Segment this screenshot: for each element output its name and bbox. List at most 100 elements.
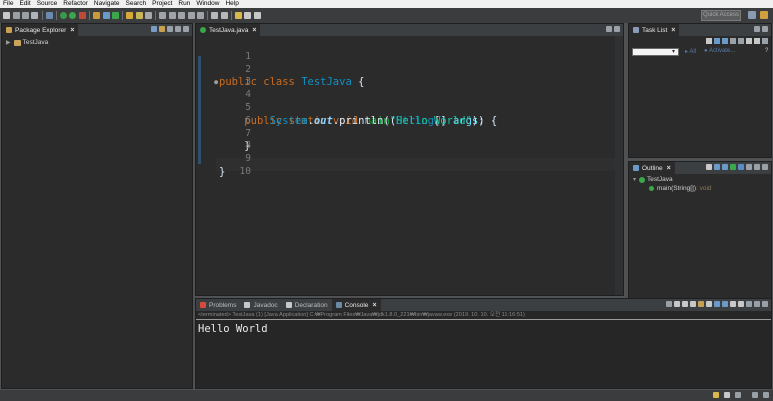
filter-all-link[interactable]: ▸ All <box>685 48 696 55</box>
code-editor[interactable]: 1 2 public class TestJava { 3 4 ● public… <box>196 36 623 295</box>
tab-console[interactable]: Console × <box>331 299 381 311</box>
close-icon[interactable]: × <box>372 302 376 309</box>
hide-nonpublic-icon[interactable] <box>730 164 736 170</box>
java-perspective-icon[interactable] <box>760 11 768 19</box>
hide-fields-icon[interactable] <box>714 164 720 170</box>
scheduled-icon[interactable] <box>722 38 728 44</box>
open-perspective-icon[interactable] <box>748 11 756 19</box>
categorize-icon[interactable] <box>714 38 720 44</box>
close-icon[interactable]: × <box>70 27 74 34</box>
pin-icon[interactable] <box>196 12 204 19</box>
maximize-icon[interactable] <box>762 301 768 307</box>
notification-icon[interactable] <box>735 392 741 398</box>
hide-static-icon[interactable] <box>722 164 728 170</box>
forward-icon[interactable] <box>253 12 261 19</box>
toggle-mark-occurrences-icon[interactable] <box>159 12 167 19</box>
maximize-icon[interactable] <box>614 26 620 32</box>
console-output-area[interactable]: <terminated> TestJava (1) [Java Applicat… <box>196 311 771 388</box>
chevron-right-icon[interactable]: ▶ <box>6 39 11 46</box>
menu-window[interactable]: Window <box>193 0 222 8</box>
menu-search[interactable]: Search <box>123 0 150 8</box>
menu-run[interactable]: Run <box>175 0 193 8</box>
tab-task-list[interactable]: Task List × <box>629 24 680 36</box>
remove-launch-icon[interactable] <box>674 301 680 307</box>
close-icon[interactable]: × <box>671 27 675 34</box>
print-icon[interactable] <box>31 12 39 19</box>
next-annotation-icon[interactable] <box>211 12 219 19</box>
new-task-icon[interactable] <box>706 38 712 44</box>
collapse-all-icon[interactable] <box>151 26 157 32</box>
tab-declaration[interactable]: Declaration <box>282 299 332 311</box>
back-icon[interactable] <box>244 12 252 19</box>
maximize-icon[interactable] <box>763 392 769 398</box>
activate-link[interactable]: ● Activate... <box>704 48 735 54</box>
view-menu-icon[interactable] <box>746 301 752 307</box>
outline-class-item[interactable]: ▾ TestJava <box>633 176 673 183</box>
minimize-icon[interactable] <box>754 301 760 307</box>
hide-local-types-icon[interactable] <box>738 164 744 170</box>
pin-console-icon[interactable] <box>722 301 728 307</box>
run-icon[interactable] <box>69 12 77 19</box>
open-console-icon[interactable] <box>738 301 744 307</box>
new-icon[interactable] <box>3 12 11 19</box>
open-type-icon[interactable] <box>126 12 134 19</box>
view-menu-icon[interactable] <box>746 164 752 170</box>
new-package-icon[interactable] <box>102 12 110 19</box>
tree-item-project[interactable]: ▶ TestJava <box>6 39 48 46</box>
remove-all-terminated-icon[interactable] <box>682 301 688 307</box>
editor-scrollbar[interactable] <box>615 36 623 295</box>
minimize-icon[interactable] <box>754 26 760 32</box>
progress-icon[interactable] <box>724 392 730 398</box>
chevron-down-icon[interactable]: ▾ <box>633 176 636 183</box>
save-all-icon[interactable] <box>21 12 29 19</box>
block-selection-icon[interactable] <box>178 12 186 19</box>
menu-refactor[interactable]: Refactor <box>60 0 91 8</box>
save-icon[interactable] <box>12 12 20 19</box>
tab-package-explorer[interactable]: Package Explorer × <box>2 24 79 36</box>
menu-help[interactable]: Help <box>222 0 241 8</box>
last-edit-location-icon[interactable] <box>235 12 243 19</box>
tab-outline[interactable]: Outline × <box>629 162 675 174</box>
maximize-icon[interactable] <box>762 26 768 32</box>
close-icon[interactable]: × <box>252 27 256 34</box>
menu-navigate[interactable]: Navigate <box>91 0 123 8</box>
minimize-icon[interactable] <box>752 392 758 398</box>
focus-icon[interactable] <box>738 38 744 44</box>
tab-javadoc[interactable]: Javadoc <box>240 299 281 311</box>
sync-icon[interactable] <box>754 38 760 44</box>
menu-file[interactable]: File <box>0 0 16 8</box>
previous-annotation-icon[interactable] <box>220 12 228 19</box>
chevron-down-icon[interactable]: ▾ <box>672 48 675 55</box>
external-tools-icon[interactable] <box>78 12 86 19</box>
menu-edit[interactable]: Edit <box>16 0 33 8</box>
display-selected-console-icon[interactable] <box>730 301 736 307</box>
tab-testjava-java[interactable]: TestJava.java × <box>196 24 261 36</box>
tip-icon[interactable] <box>713 392 719 398</box>
new-java-project-icon[interactable] <box>93 12 101 19</box>
menu-project[interactable]: Project <box>149 0 175 8</box>
show-on-error-icon[interactable] <box>714 301 720 307</box>
show-on-output-icon[interactable] <box>706 301 712 307</box>
minimize-icon[interactable] <box>175 26 181 32</box>
help-icon[interactable]: ? <box>765 48 768 54</box>
view-menu-icon[interactable] <box>762 38 768 44</box>
close-icon[interactable]: × <box>667 165 671 172</box>
menu-source[interactable]: Source <box>34 0 61 8</box>
show-whitespace-icon[interactable] <box>187 12 195 19</box>
toggle-word-wrap-icon[interactable] <box>168 12 176 19</box>
debug-icon[interactable] <box>60 12 68 19</box>
word-wrap-icon[interactable] <box>698 301 704 307</box>
open-task-icon[interactable] <box>135 12 143 19</box>
tab-problems[interactable]: Problems <box>196 299 240 311</box>
search-icon[interactable] <box>145 12 153 19</box>
view-menu-icon[interactable] <box>167 26 173 32</box>
sort-icon[interactable] <box>706 164 712 170</box>
collapse-all-icon[interactable] <box>746 38 752 44</box>
quick-access-input[interactable]: Quick Access <box>701 10 741 21</box>
minimize-icon[interactable] <box>754 164 760 170</box>
link-with-editor-icon[interactable] <box>159 26 165 32</box>
minimize-icon[interactable] <box>606 26 612 32</box>
skip-breakpoints-icon[interactable] <box>45 12 53 19</box>
scroll-lock-icon[interactable] <box>690 301 696 307</box>
terminate-icon[interactable] <box>666 301 672 307</box>
